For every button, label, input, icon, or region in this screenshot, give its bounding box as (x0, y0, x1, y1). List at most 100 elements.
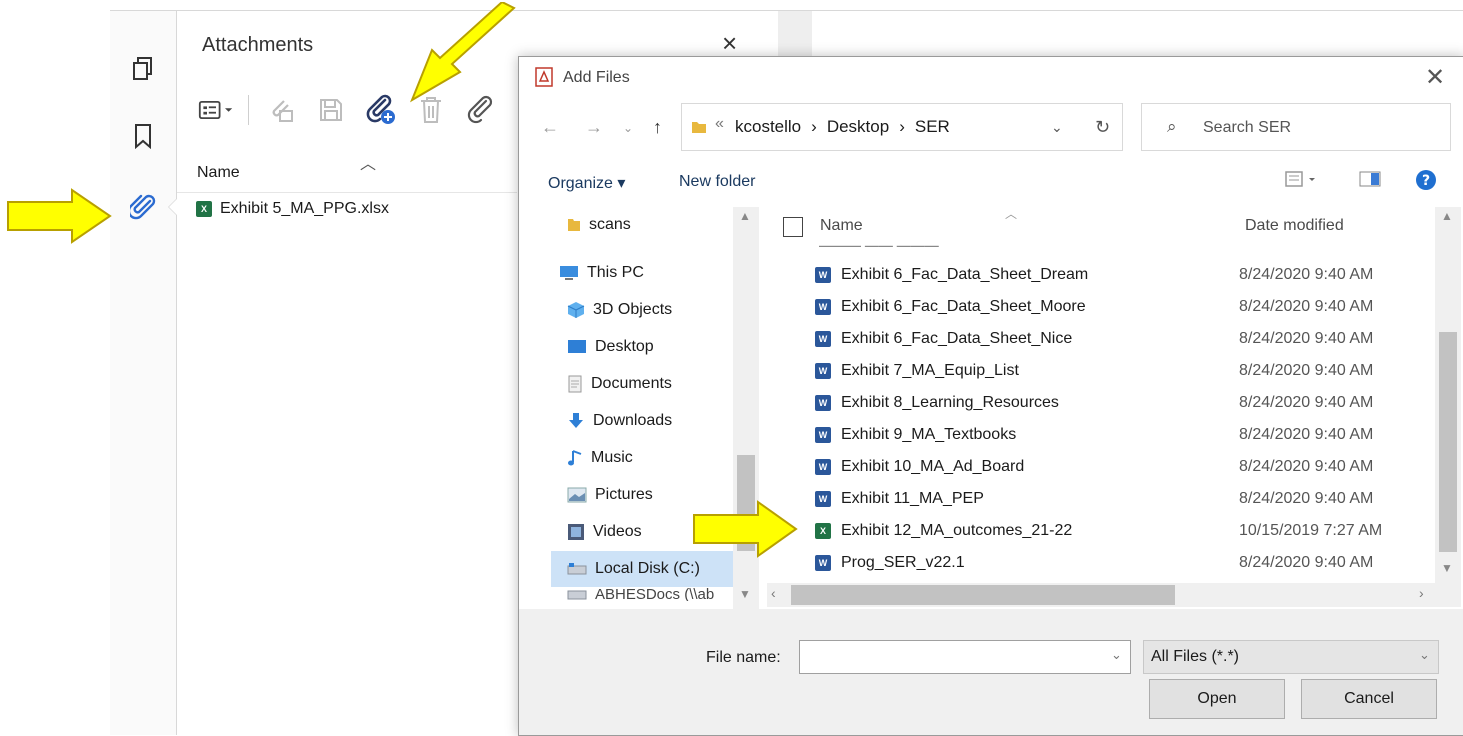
file-row[interactable]: W Exhibit 10_MA_Ad_Board 8/24/2020 9:40 AM (815, 452, 1373, 482)
left-rail (110, 10, 177, 735)
network-drive-icon (567, 590, 587, 600)
file-date: 8/24/2020 9:40 AM (1239, 426, 1374, 443)
nav-item-label: Pictures (595, 486, 653, 503)
word-file-icon: W (815, 267, 831, 283)
file-row[interactable]: W Exhibit 6_Fac_Data_Sheet_Dream 8/24/2020… (815, 260, 1373, 290)
file-name: Exhibit 10_MA_Ad_Board (841, 458, 1025, 475)
open-button[interactable]: Open (1149, 679, 1285, 719)
nav-item-label: 3D Objects (593, 301, 673, 318)
nav-item-downloads[interactable]: Downloads (567, 406, 672, 436)
rail-selected-caret (168, 198, 177, 216)
command-bar (519, 157, 1463, 207)
file-row[interactable]: X Exhibit 12_MA_outcomes_21-22 10/15/2019 … (815, 516, 1382, 546)
recent-chevron-icon[interactable]: ⌄ (623, 121, 633, 135)
column-name-label[interactable]: Name (197, 164, 240, 182)
breadcrumb-separator: › (899, 117, 905, 136)
view-options-icon[interactable] (1285, 169, 1321, 194)
file-name: Exhibit 6_Fac_Data_Sheet_Dream (841, 266, 1089, 283)
options-menu-icon[interactable] (198, 92, 234, 128)
help-icon[interactable]: ? (1415, 169, 1437, 196)
music-icon (568, 450, 582, 466)
new-folder-button[interactable]: New folder (679, 173, 755, 191)
excel-file-icon: X (196, 201, 212, 217)
column-header-name[interactable]: Name (820, 217, 863, 235)
file-type-filter-label: All Files (*.*) (1151, 648, 1240, 665)
nav-item-music[interactable]: Music (567, 443, 633, 473)
scroll-up-icon[interactable]: ▲ (1441, 209, 1453, 223)
pages-icon[interactable] (130, 56, 156, 82)
word-file-icon: W (815, 555, 831, 571)
up-arrow-icon[interactable]: ↑ (653, 117, 662, 138)
select-all-checkbox[interactable] (783, 217, 803, 237)
file-row[interactable]: W Prog_SER_v22.1 8/24/2020 9:40 AM (815, 548, 1373, 578)
file-row[interactable]: W Exhibit 9_MA_Textbooks 8/24/2020 9:40 AM (815, 420, 1373, 450)
panel-close-button[interactable]: × (722, 28, 737, 59)
add-files-dialog: Add Files ✕ ← → ⌄ ↑ « kcostello › Deskto… (518, 56, 1463, 736)
file-row[interactable]: W Exhibit 11_MA_PEP 8/24/2020 9:40 AM (815, 484, 1373, 514)
word-file-icon: W (815, 395, 831, 411)
nav-item-local-disk[interactable]: Local Disk (C:) (567, 554, 700, 584)
file-name-label: File name: (706, 649, 781, 666)
file-list-hscroll-thumb[interactable] (791, 585, 1175, 605)
column-header-date[interactable]: Date modified (1245, 217, 1344, 235)
file-name: Exhibit 7_MA_Equip_List (841, 362, 1019, 379)
nav-item-this-pc[interactable]: This PC (559, 258, 644, 288)
dialog-close-button[interactable]: ✕ (1425, 63, 1445, 92)
file-row[interactable]: W Exhibit 6_Fac_Data_Sheet_Moore 8/24/2020… (815, 292, 1373, 322)
nav-item-videos[interactable]: Videos (567, 517, 642, 547)
disk-icon (567, 563, 587, 575)
yellow-arrow-diagonal-icon (409, 2, 516, 103)
breadcrumb-ser[interactable]: SER (915, 117, 950, 137)
refresh-icon[interactable]: ↻ (1095, 117, 1110, 138)
cancel-button[interactable]: Cancel (1301, 679, 1437, 719)
word-file-icon: W (815, 299, 831, 315)
excel-file-icon: X (815, 523, 831, 539)
yellow-arrow-right-icon (693, 500, 798, 558)
dialog-titlebar (519, 57, 1463, 97)
pictures-icon (567, 487, 587, 503)
nav-item-3d-objects[interactable]: 3D Objects (567, 295, 672, 325)
file-list-vscroll-thumb[interactable] (1439, 332, 1457, 552)
nav-item-scans[interactable]: scans (567, 210, 631, 240)
paperclip-icon[interactable] (130, 194, 156, 220)
panel-scroll-strip (778, 11, 812, 56)
breadcrumb-overflow[interactable]: « (715, 115, 724, 133)
attachment-item[interactable]: X Exhibit 5_MA_PPG.xlsx (196, 200, 389, 218)
nav-item-abhesdocs[interactable]: ABHESDocs (\\ab (567, 587, 714, 601)
nav-item-label: scans (589, 216, 631, 233)
file-row[interactable]: W Exhibit 8_Learning_Resources 8/24/2020 9… (815, 388, 1373, 418)
file-row[interactable]: W Exhibit 7_MA_Equip_List 8/24/2020 9:40 A… (815, 356, 1373, 386)
scroll-down-icon[interactable]: ▼ (739, 587, 751, 601)
add-attachment-icon[interactable] (363, 92, 399, 128)
download-icon (569, 413, 583, 428)
nav-item-documents[interactable]: Documents (567, 369, 672, 399)
search-input[interactable] (1141, 103, 1451, 151)
nav-item-desktop[interactable]: Desktop (567, 332, 654, 362)
word-file-icon: W (815, 459, 831, 475)
file-date: 8/24/2020 9:40 AM (1239, 330, 1374, 347)
address-dropdown-icon[interactable]: ⌄ (1051, 119, 1063, 136)
filter-dropdown-icon[interactable]: ⌄ (1419, 647, 1430, 663)
scroll-down-icon[interactable]: ▼ (1441, 561, 1453, 575)
preview-pane-icon[interactable] (1359, 171, 1381, 192)
organize-button[interactable]: Organize ▾ (548, 173, 625, 193)
file-row[interactable]: W Exhibit 6_Fac_Data_Sheet_Nice 8/24/2020 … (815, 324, 1373, 354)
svg-text:?: ? (1422, 173, 1430, 189)
forward-arrow-icon[interactable]: → (585, 117, 603, 138)
scroll-right-icon[interactable]: › (1419, 585, 1424, 601)
bookmark-icon[interactable] (130, 123, 156, 149)
breadcrumb-kcostello[interactable]: kcostello (735, 117, 801, 137)
breadcrumb-desktop[interactable]: Desktop (827, 117, 889, 137)
nav-item-pictures[interactable]: Pictures (567, 480, 653, 510)
nav-item-label: ABHESDocs (\\ab (595, 587, 715, 601)
file-name-dropdown-icon[interactable]: ⌄ (1111, 647, 1122, 663)
open-attachment-icon[interactable] (263, 92, 299, 128)
save-attachment-icon[interactable] (313, 92, 349, 128)
address-row: ← → ⌄ ↑ « kcostello › Desktop › SER ⌄ ↻ … (519, 103, 1463, 151)
pdf-app-icon (535, 67, 553, 92)
scroll-up-icon[interactable]: ▲ (739, 209, 751, 223)
file-name-input[interactable] (799, 640, 1131, 674)
scroll-left-icon[interactable]: ‹ (771, 585, 776, 601)
back-arrow-icon[interactable]: ← (541, 117, 559, 138)
file-name: Exhibit 12_MA_outcomes_21-22 (841, 522, 1073, 539)
